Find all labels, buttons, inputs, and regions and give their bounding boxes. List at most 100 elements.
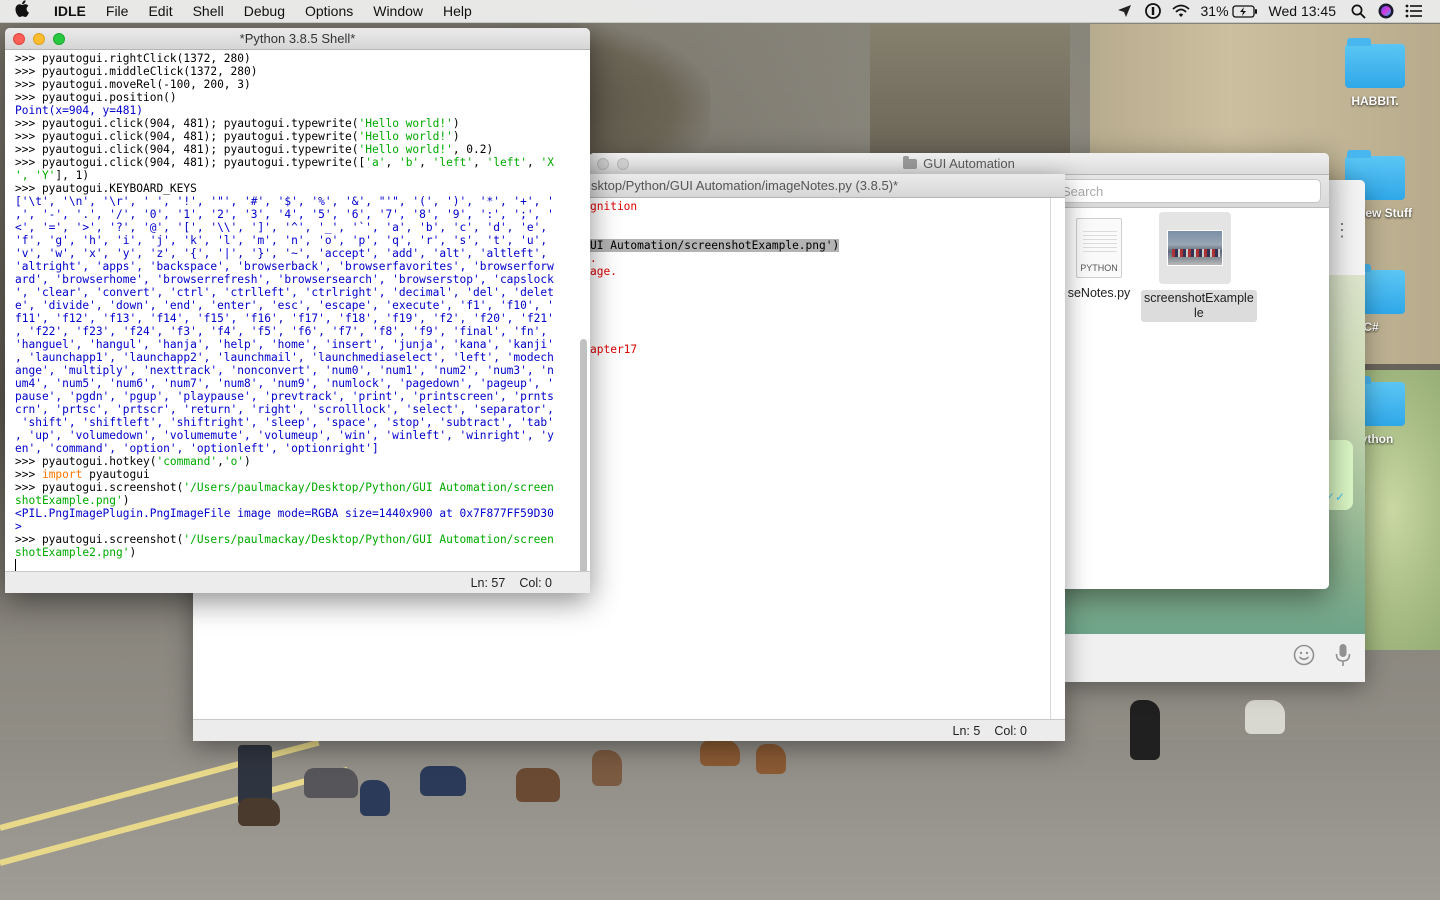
- shell-token: 'o': [223, 455, 245, 468]
- battery-icon[interactable]: [1231, 2, 1259, 20]
- menu-help[interactable]: Help: [433, 3, 482, 19]
- shell-token: ,: [526, 156, 541, 169]
- wallpaper-person: [238, 798, 280, 826]
- notification-center-icon[interactable]: [1400, 2, 1428, 20]
- finder-titlebar[interactable]: GUI Automation: [589, 153, 1329, 175]
- shell-token: pyautogui: [82, 468, 150, 481]
- shell-token: >: [15, 520, 22, 533]
- emoji-icon[interactable]: [1293, 644, 1315, 672]
- shell-line: shotExample.png'): [15, 494, 576, 507]
- shell-line: pause', 'pgdn', 'pgup', 'playpause', 'pr…: [15, 390, 576, 403]
- shell-line: >>> pyautogui.click(904, 481); pyautogui…: [15, 117, 576, 130]
- shell-token: '/Users/paulmackay/Desktop/Python/GUI Au…: [183, 533, 554, 546]
- shell-token: 'b': [398, 156, 420, 169]
- apple-icon[interactable]: [0, 0, 44, 22]
- status-menus: 31% Wed 13:45: [1111, 2, 1440, 20]
- close-button[interactable]: [597, 158, 609, 170]
- send-icon[interactable]: [1111, 2, 1139, 20]
- shell-titlebar[interactable]: *Python 3.8.5 Shell*: [5, 28, 590, 50]
- microphone-icon[interactable]: [1335, 643, 1351, 673]
- shell-line: >>> import pyautogui: [15, 468, 576, 481]
- menu-window[interactable]: Window: [363, 3, 433, 19]
- minimize-button[interactable]: [33, 33, 45, 45]
- shell-token: pause', 'pgdn', 'pgup', 'playpause', 'pr…: [15, 390, 554, 403]
- shell-line: en', 'command', 'option', 'optionleft', …: [15, 442, 576, 455]
- wallpaper-person: [1130, 700, 1160, 760]
- line-number: Ln: 5: [952, 723, 981, 738]
- shell-token: >>> pyautogui.click(904, 481); pyautogui…: [15, 156, 366, 169]
- shell-token: 'altright', 'apps', 'backspace', 'browse…: [15, 260, 554, 273]
- shell-token: ange', 'multiply', 'nexttrack', 'nonconv…: [15, 364, 554, 377]
- siri-icon[interactable]: [1372, 2, 1400, 20]
- shell-token: en', 'command', 'option', 'optionleft', …: [15, 442, 379, 455]
- minimize-button[interactable]: [617, 158, 629, 170]
- search-field[interactable]: Search: [1053, 179, 1321, 203]
- shell-text-area[interactable]: >>> pyautogui.rightClick(1372, 280) >>> p…: [10, 51, 576, 571]
- close-button[interactable]: [13, 33, 25, 45]
- editor-line: apter17: [590, 343, 1050, 356]
- wallpaper-person: [238, 745, 272, 805]
- shell-token: ): [244, 455, 251, 468]
- editor-text-area[interactable]: gnition UI Automation/screenshotExample.p…: [590, 200, 1050, 700]
- column-number: Col: 0: [994, 723, 1027, 738]
- battery-percent: 31%: [1200, 3, 1229, 19]
- shell-token: >>> pyautogui.screenshot(: [15, 533, 184, 546]
- shell-line: e', 'divide', 'down', 'end', 'enter', 'e…: [15, 299, 576, 312]
- shell-token: Point(x=904, y=481): [15, 104, 143, 117]
- menu-debug[interactable]: Debug: [234, 3, 295, 19]
- shell-token: >>> pyautogui.click(904, 481); pyautogui…: [15, 117, 359, 130]
- shell-token: ,: [419, 156, 433, 169]
- file-screenshot-example[interactable]: screenshotExample le: [1141, 212, 1257, 322]
- shell-token: >>> pyautogui.screenshot(: [15, 481, 184, 494]
- chat-input-bar: [1063, 634, 1365, 682]
- window-controls: [597, 158, 629, 170]
- shell-token: crn', 'prtsc', 'prtscr', 'return', 'righ…: [15, 403, 554, 416]
- shell-token: ,', '-', '.', '/', '0', '1', '2', '3', '…: [15, 208, 554, 221]
- menu-file[interactable]: File: [96, 3, 139, 19]
- shell-line: >>> pyautogui.click(904, 481); pyautogui…: [15, 156, 576, 169]
- column-number: Col: 0: [519, 575, 552, 590]
- shell-line: >>> pyautogui.click(904, 481); pyautogui…: [15, 130, 576, 143]
- shell-token: 'shift', 'shiftleft', 'shiftright', 'sle…: [15, 416, 554, 429]
- shell-token: '/Users/paulmackay/Desktop/Python/GUI Au…: [183, 481, 554, 494]
- shell-token: ['\t', '\n', '\r', ' ', '!', '"', '#', '…: [15, 195, 554, 208]
- more-options-icon[interactable]: ⋮: [1333, 220, 1351, 241]
- file-name: seNotes.py: [1067, 286, 1131, 300]
- shell-line: 'f', 'g', 'h', 'i', 'j', 'k', 'l', 'm', …: [15, 234, 576, 247]
- wifi-icon[interactable]: [1167, 2, 1195, 20]
- shell-token: 'v', 'w', 'x', 'y', 'z', '{', '|', '}', …: [15, 247, 548, 260]
- editor-token: age.: [590, 265, 617, 278]
- window-controls: [13, 33, 65, 45]
- shell-token: ard', 'browserhome', 'browserrefresh', '…: [15, 273, 554, 286]
- shell-line: >>> pyautogui.click(904, 481); pyautogui…: [15, 143, 576, 156]
- shell-window[interactable]: *Python 3.8.5 Shell* >>> pyautogui.right…: [5, 28, 590, 593]
- spotlight-icon[interactable]: [1344, 2, 1372, 20]
- desktop-folder-habbit[interactable]: HABBIT.: [1330, 38, 1420, 108]
- menu-shell[interactable]: Shell: [183, 3, 234, 19]
- shell-scrollbar[interactable]: [579, 54, 587, 593]
- shell-token: >>> pyautogui.click(904, 481); pyautogui…: [15, 143, 359, 156]
- editor-line: UI Automation/screenshotExample.png'): [590, 239, 1050, 252]
- shell-token: ,: [473, 156, 487, 169]
- shell-token: >>> pyautogui.rightClick(1372, 280): [15, 52, 251, 65]
- file-imagenotes-py[interactable]: PYTHON seNotes.py: [1059, 218, 1139, 300]
- shell-line: 'hanguel', 'hangul', 'hanja', 'help', 'h…: [15, 338, 576, 351]
- editor-scrollbar-track[interactable]: [1050, 198, 1051, 720]
- shell-line: <', '=', '>', '?', '@', '[', '\\', ']', …: [15, 221, 576, 234]
- shell-line: 'shift', 'shiftleft', 'shiftright', 'sle…: [15, 416, 576, 429]
- zoom-button[interactable]: [53, 33, 65, 45]
- menu-options[interactable]: Options: [295, 3, 363, 19]
- menu-app-name[interactable]: IDLE: [44, 3, 96, 19]
- shell-token: >>> pyautogui.KEYBOARD_KEYS: [15, 182, 197, 195]
- shell-line: shotExample2.png'): [15, 546, 576, 559]
- shell-line: Point(x=904, y=481): [15, 104, 576, 117]
- scrollbar-thumb[interactable]: [580, 339, 587, 593]
- shell-token: ): [129, 546, 137, 559]
- shell-token: ): [452, 130, 460, 143]
- clock[interactable]: Wed 13:45: [1259, 3, 1344, 19]
- menu-edit[interactable]: Edit: [138, 3, 182, 19]
- image-thumbnail: [1159, 212, 1231, 284]
- onepassword-icon[interactable]: [1139, 2, 1167, 20]
- wallpaper-castle: [870, 24, 1070, 154]
